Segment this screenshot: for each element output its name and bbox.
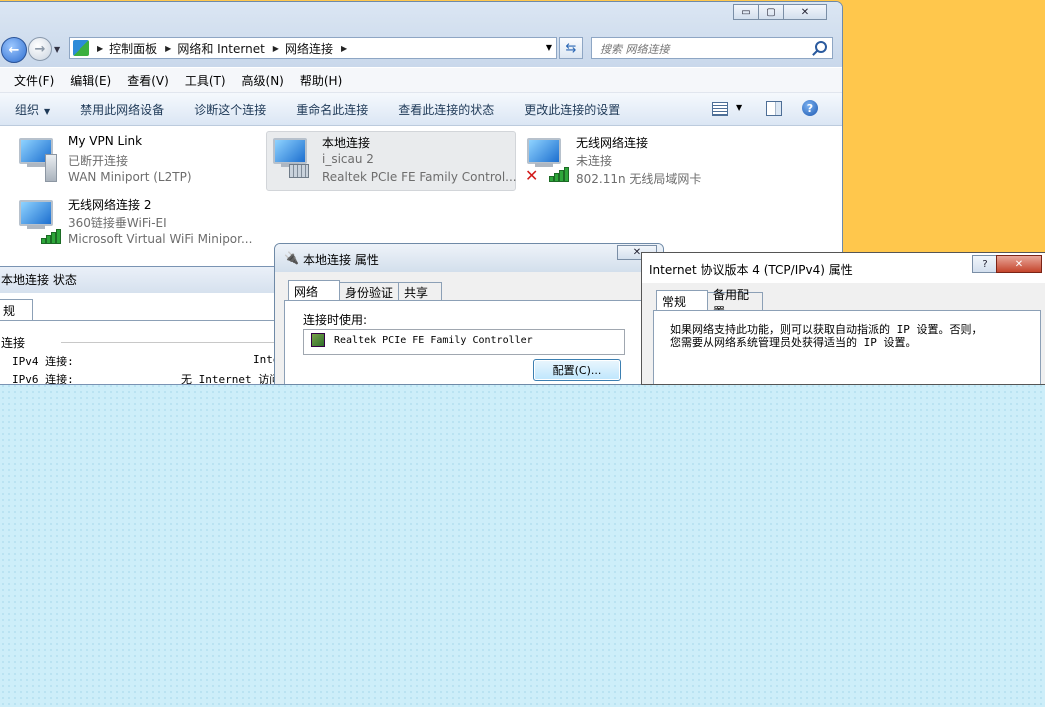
network-connections-window: ▭ ▢ ✕ ← → ▼ ▶ 控制面板 ▶ 网络和 Internet ▶ 网络连接… — [0, 1, 843, 269]
tab-general[interactable]: 常规 — [656, 290, 708, 312]
close-button[interactable]: ✕ — [996, 255, 1042, 273]
connection-status: 未连接 — [576, 154, 613, 168]
tcpip-properties-dialog: Internet 协议版本 4 (TCP/IPv4) 属性 ? ✕ 常规 备用配… — [641, 252, 1045, 385]
view-dropdown-icon[interactable]: ▼ — [736, 103, 742, 112]
tab-authentication[interactable]: 身份验证 — [339, 282, 399, 302]
breadcrumb-network-connections[interactable]: 网络连接 — [285, 40, 333, 57]
refresh-icon: ⇆ — [565, 40, 577, 56]
connection-vpn[interactable]: My VPN Link 已断开连接 WAN Miniport (L2TP) — [13, 132, 253, 190]
back-button[interactable]: ← — [1, 37, 27, 63]
chevron-down-icon: ▼ — [44, 106, 51, 116]
menu-tools[interactable]: 工具(T) — [177, 72, 234, 89]
breadcrumb-control-panel[interactable]: 控制面板 — [109, 40, 157, 57]
adapter-field: Realtek PCIe FE Family Controller — [303, 329, 625, 355]
network-adapter-icon — [311, 333, 325, 347]
menu-view[interactable]: 查看(V) — [119, 72, 177, 89]
connection-name: 无线网络连接 — [576, 136, 649, 150]
connection-status: 360链接垂WiFi-EI — [68, 216, 167, 230]
preview-pane-icon[interactable] — [766, 101, 782, 116]
breadcrumb-arrow-icon[interactable]: ▶ — [341, 44, 347, 53]
organize-button[interactable]: 组织 ▼ — [0, 101, 65, 118]
change-settings-button[interactable]: 更改此连接的设置 — [509, 101, 635, 118]
connection-device: 802.11n 无线局域网卡 — [576, 172, 702, 186]
forward-arrow-icon: → — [34, 41, 46, 57]
section-divider — [61, 342, 289, 343]
connection-local[interactable]: 本地连接 i_sicau 2 Realtek PCIe FE Family Co… — [266, 131, 517, 191]
menu-file[interactable]: 文件(F) — [0, 72, 62, 89]
search-input[interactable] — [598, 39, 812, 59]
caption-buttons: ▭ ▢ ✕ — [733, 4, 827, 20]
minimize-button[interactable]: ▭ — [733, 4, 759, 20]
local-connection-properties-dialog: 🔌 本地连接 属性 ✕ 网络 身份验证 共享 连接时使用: Realtek PC… — [274, 243, 664, 385]
menu-edit[interactable]: 编辑(E) — [62, 72, 119, 89]
description-line-2: 您需要从网络系统管理员处获得适当的 IP 设置。 — [670, 336, 917, 349]
vpn-computer-icon — [15, 136, 59, 184]
menu-help[interactable]: 帮助(H) — [292, 72, 350, 89]
menu-bar: 文件(F) 编辑(E) 查看(V) 工具(T) 高级(N) 帮助(H) — [0, 68, 842, 93]
maximize-button[interactable]: ▢ — [758, 4, 784, 20]
ethernet-computer-icon — [269, 136, 313, 184]
breadcrumb-arrow-icon[interactable]: ▶ — [97, 44, 103, 53]
connection-name: My VPN Link — [68, 134, 143, 148]
disable-device-button[interactable]: 禁用此网络设备 — [65, 101, 179, 118]
rename-button[interactable]: 重命名此连接 — [281, 101, 383, 118]
tab-general[interactable]: 规 — [0, 299, 33, 321]
breadcrumb-arrow-icon[interactable]: ▶ — [165, 44, 171, 53]
menu-advanced[interactable]: 高级(N) — [234, 72, 292, 89]
configure-button[interactable]: 配置(C)... — [533, 359, 621, 381]
connection-name: 无线网络连接 2 — [68, 198, 152, 212]
forward-button[interactable]: → — [28, 37, 52, 61]
wireless-computer-icon: ✕ — [523, 136, 569, 185]
wireless-computer-icon — [15, 198, 61, 246]
refresh-button[interactable]: ⇆ — [559, 37, 583, 59]
network-plug-icon: 🔌 — [284, 251, 299, 265]
close-button[interactable]: ✕ — [783, 4, 827, 20]
control-panel-icon — [73, 40, 89, 56]
connection-device: Realtek PCIe FE Family Control... — [322, 170, 517, 184]
ipv6-value: 无 Internet 访问 — [181, 373, 281, 385]
window-title: 本地连接 状态 — [1, 273, 77, 287]
back-arrow-icon: ← — [8, 42, 20, 58]
tab-sharing[interactable]: 共享 — [398, 282, 442, 302]
signal-bars-icon — [41, 228, 63, 244]
tab-divider — [0, 320, 289, 321]
general-tab-panel: 如果网络支持此功能，则可以获取自动指派的 IP 设置。否则， 您需要从网络系统管… — [653, 310, 1041, 384]
connection-status: 已断开连接 — [68, 154, 129, 168]
connection-name: 本地连接 — [322, 136, 371, 150]
connection-wireless-2[interactable]: 无线网络连接 2 360链接垂WiFi-EI Microsoft Virtual… — [13, 194, 273, 252]
help-icon[interactable]: ? — [802, 100, 818, 116]
diagnose-button[interactable]: 诊断这个连接 — [179, 101, 281, 118]
breadcrumb-arrow-icon[interactable]: ▶ — [273, 44, 279, 53]
help-button[interactable]: ? — [972, 255, 998, 273]
ipv6-label: IPv6 连接: — [12, 373, 74, 385]
signal-bars-icon — [549, 166, 571, 182]
window-title: 本地连接 属性 — [303, 253, 379, 267]
search-box[interactable] — [591, 37, 833, 59]
tab-network[interactable]: 网络 — [288, 280, 340, 302]
window-title: Internet 协议版本 4 (TCP/IPv4) 属性 — [649, 263, 853, 277]
connection-wireless[interactable]: ✕ 无线网络连接 未连接 802.11n 无线局域网卡 — [521, 132, 781, 190]
connection-device: WAN Miniport (L2TP) — [68, 170, 192, 184]
tab-alternate-config[interactable]: 备用配置 — [707, 288, 763, 319]
adapter-name: Realtek PCIe FE Family Controller — [334, 335, 533, 346]
connection-device: Microsoft Virtual WiFi Minipor... — [68, 232, 253, 246]
desktop-background — [0, 383, 1045, 707]
address-bar[interactable]: ▶ 控制面板 ▶ 网络和 Internet ▶ 网络连接 ▶ ▼ — [69, 37, 557, 59]
address-dropdown-icon[interactable]: ▼ — [546, 43, 552, 52]
change-view-icon[interactable] — [712, 102, 728, 116]
view-status-button[interactable]: 查看此连接的状态 — [383, 101, 509, 118]
search-icon[interactable] — [815, 41, 827, 53]
section-label: 连接 — [1, 336, 26, 350]
breadcrumb-network-internet[interactable]: 网络和 Internet — [177, 40, 264, 57]
local-connection-status-window: 本地连接 状态 规 连接 IPv4 连接: Inte IPv6 连接: 无 In… — [0, 266, 290, 385]
disconnected-x-icon: ✕ — [525, 166, 539, 185]
connection-status: i_sicau 2 — [322, 152, 374, 166]
connect-using-label: 连接时使用: — [303, 313, 368, 327]
recent-pages-dropdown[interactable]: ▼ — [54, 45, 60, 54]
ipv4-label: IPv4 连接: — [12, 355, 74, 368]
